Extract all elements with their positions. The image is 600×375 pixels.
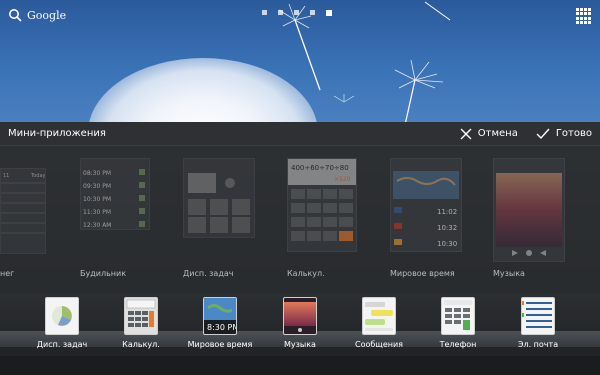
dock-app-label: Мировое время [187, 340, 253, 349]
dock-app-email[interactable]: Эл. почта [498, 297, 578, 357]
calculator-icon [124, 297, 158, 335]
cancel-label: Отмена [477, 128, 518, 139]
dock-app-label: Сообщения [354, 340, 403, 349]
alarm-time: 12:30 AM [83, 222, 111, 229]
dandelion-seed-icon [333, 94, 355, 103]
google-label: Google [27, 8, 67, 22]
dock-app-label: Музыка [284, 340, 316, 349]
page-dot[interactable] [310, 10, 315, 15]
widget-label: нег [0, 269, 15, 278]
done-label: Готово [555, 128, 592, 139]
page-dot[interactable] [278, 10, 283, 15]
dock-app-label: Эл. почта [517, 340, 559, 349]
alarm-time: 10:30 PM [83, 196, 111, 203]
page-dot[interactable] [262, 10, 267, 15]
svg-text:11: 11 [3, 173, 9, 179]
world-clock-time: 11:02 [437, 208, 457, 216]
phone-icon [441, 297, 475, 335]
world-clock-icon: 8:30 PM [203, 297, 237, 335]
panel-title: Мини-приложения [8, 128, 106, 139]
widget-label: Калькул. [287, 269, 325, 278]
dock-world-clock-time: 8:30 PM [207, 323, 236, 332]
music-widget-icon [493, 158, 565, 262]
dock-app-label: Калькул. [122, 340, 160, 349]
bottom-bar [0, 356, 600, 375]
google-search-bar[interactable]: Google [8, 8, 66, 22]
alarm-time: 11:30 PM [83, 209, 111, 216]
widget-label: Музыка [493, 269, 525, 278]
widget-label: Мировое время [390, 269, 455, 278]
search-icon [9, 9, 22, 22]
alarm-time: 09:30 PM [83, 183, 111, 190]
world-clock-time: 10:30 [437, 240, 457, 248]
page-dot-active[interactable] [326, 10, 332, 16]
widget-item[interactable]: Дисп. задач [183, 158, 283, 286]
dock-app-task-manager[interactable]: Дисп. задач [22, 297, 102, 357]
page-dot[interactable] [294, 10, 299, 15]
email-icon [521, 297, 555, 335]
dandelion-seed-icon [394, 59, 444, 122]
dock-app-world-clock[interactable]: 8:30 PM Мировое время [180, 297, 260, 357]
dock-app-label: Дисп. задач [36, 340, 88, 349]
world-clock-time: 10:32 [437, 224, 457, 232]
calendar-widget-icon: 11 Today [0, 168, 46, 254]
widget-item[interactable]: 11:02 10:32 10:30 Мировое время [390, 158, 490, 286]
widget-item[interactable]: 11 Today нег [0, 158, 50, 286]
apps-grid-icon[interactable] [576, 8, 592, 24]
done-button[interactable]: Готово [536, 128, 592, 140]
dock-app-calculator[interactable]: Калькул. [101, 297, 181, 357]
alarm-time: 08:30 PM [83, 170, 111, 177]
widget-label: Дисп. задач [183, 269, 234, 278]
widgets-strip: 11 Today нег 08:30 PM 09:30 PM 10:30 PM … [0, 158, 600, 286]
task-manager-icon [45, 297, 79, 335]
messages-icon [362, 297, 396, 335]
dock-app-phone[interactable]: Телефон [418, 297, 498, 357]
widget-item[interactable]: 08:30 PM 09:30 PM 10:30 PM 11:30 PM 12:3… [80, 158, 180, 286]
calculator-display: 400÷60÷70÷80 [291, 164, 349, 172]
task-manager-widget-icon [183, 158, 255, 238]
widget-label: Будильник [80, 269, 127, 278]
panel-header: Мини-приложения Отмена Готово [0, 122, 600, 146]
calculator-widget-icon: 400÷60÷70÷80 ×520 [287, 158, 357, 252]
dock-app-music[interactable]: Музыка [260, 297, 340, 357]
widget-item[interactable]: Музыка [493, 158, 593, 286]
dock-app-label: Телефон [439, 340, 477, 349]
home-wallpaper: Google [0, 0, 600, 122]
widget-item[interactable]: 400÷60÷70÷80 ×520 Калькул. [287, 158, 387, 286]
checkmark-icon [536, 128, 550, 139]
calculator-result: ×520 [334, 176, 351, 183]
close-icon [460, 128, 472, 139]
dandelion-seed-icon [424, 1, 451, 21]
cancel-button[interactable]: Отмена [460, 128, 518, 140]
alarm-widget-icon: 08:30 PM 09:30 PM 10:30 PM 11:30 PM 12:3… [80, 158, 150, 230]
music-icon [283, 297, 317, 335]
world-clock-widget-icon: 11:02 10:32 10:30 [390, 158, 462, 252]
svg-text:Today: Today [30, 173, 45, 179]
page-indicator [262, 10, 332, 16]
dock-app-messages[interactable]: Сообщения [339, 297, 419, 357]
